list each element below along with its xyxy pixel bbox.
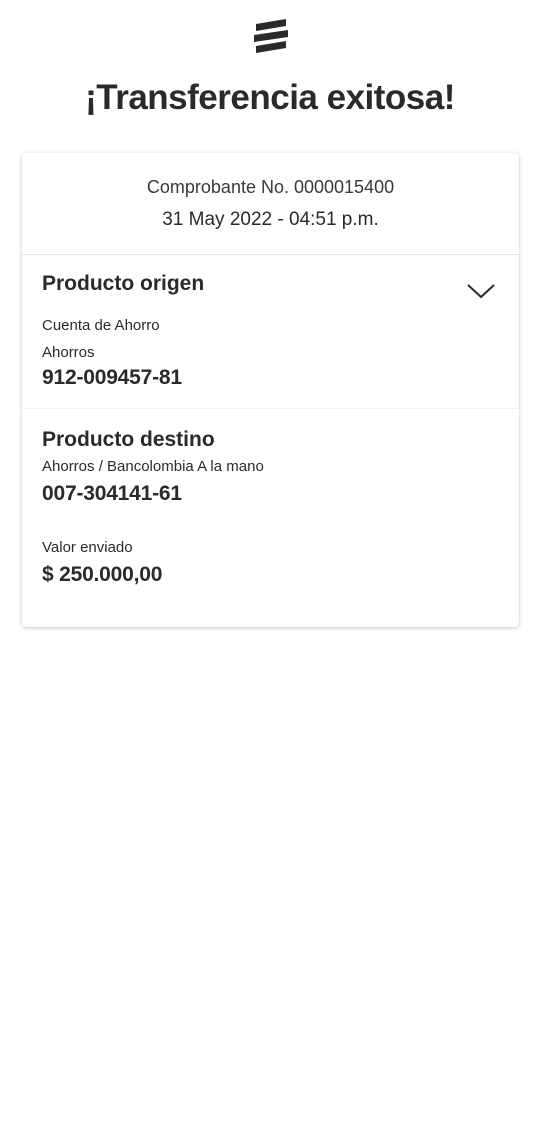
amount-value: $ 250.000,00	[42, 563, 163, 586]
amount-label: Valor enviado	[42, 539, 133, 556]
receipt-header: Comprobante No. 0000015400 31 May 2022 -…	[22, 153, 519, 255]
chevron-down-icon[interactable]	[467, 283, 495, 299]
receipt-number: Comprobante No. 0000015400	[146, 177, 395, 197]
origin-title: Producto origen	[42, 272, 205, 295]
receipt-datetime: 31 May 2022 - 04:51 p.m.	[162, 209, 379, 230]
origin-product-name: Ahorros	[42, 344, 95, 361]
origin-account-number: 912-009457-81	[42, 366, 182, 389]
receipt-card: Comprobante No. 0000015400 31 May 2022 -…	[22, 153, 519, 627]
origin-account-type: Cuenta de Ahorro	[42, 317, 160, 334]
bancolombia-logo-icon	[253, 18, 289, 54]
destination-product-name: Ahorros / Bancolombia A la mano	[42, 458, 264, 475]
destination-account-number: 007-304141-61	[42, 482, 182, 505]
destination-title: Producto destino	[42, 428, 215, 451]
page-title: ¡Transferencia exitosa!	[85, 78, 455, 117]
